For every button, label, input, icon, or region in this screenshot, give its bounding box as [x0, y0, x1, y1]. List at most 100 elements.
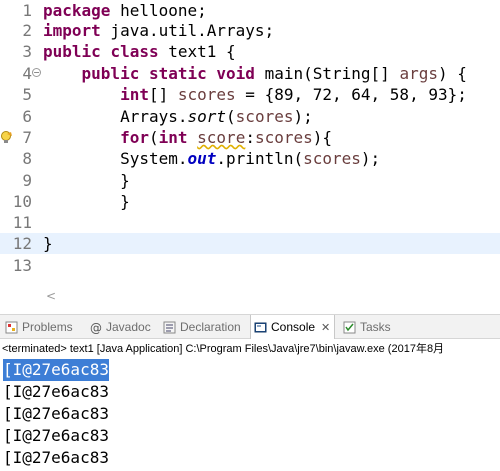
line-number: 9 [22, 171, 32, 190]
code-text: public static void main(String[] args) { [43, 63, 467, 84]
code-text: import java.util.Arrays; [43, 20, 274, 41]
keyword-token: void [216, 64, 255, 83]
code-token: ); [360, 149, 381, 168]
console-output[interactable]: [I@27e6ac83 [I@27e6ac83 [I@27e6ac83 [I@27e6… [0, 358, 500, 471]
code-token: ( [226, 107, 236, 126]
code-text: } [43, 233, 53, 254]
line-number: 2 [22, 21, 32, 40]
code-line[interactable]: 1 package helloone; [0, 0, 500, 21]
javadoc-icon: @ [90, 321, 102, 334]
code-token: ) { [437, 64, 467, 83]
code-line[interactable]: 13 [0, 255, 500, 276]
line-number: 11 [12, 213, 32, 232]
code-text: System.out.println(scores); [43, 148, 380, 169]
code-line[interactable]: 4− public static void main(String[] args… [0, 63, 500, 84]
code-token: scores [177, 85, 236, 104]
code-token: helloone; [110, 1, 207, 20]
code-token: [] [148, 85, 178, 104]
code-line[interactable]: 6 Arrays.sort(scores); [0, 106, 500, 127]
code-token: } [43, 171, 130, 190]
code-token: out [187, 149, 217, 168]
tab-problems[interactable]: Problems [2, 315, 73, 339]
code-line[interactable]: 11 [0, 212, 500, 233]
code-line[interactable]: 7 for(int score:scores){ [0, 127, 500, 148]
tasks-icon [343, 321, 356, 333]
code-token: args [399, 64, 438, 83]
declaration-icon [163, 321, 176, 333]
code-line[interactable]: 12} [0, 233, 500, 254]
code-token: text1 { [158, 42, 236, 61]
code-token: Arrays. [43, 107, 188, 126]
problems-icon [5, 321, 18, 333]
code-text: int[] scores = {89, 72, 64, 58, 93}; [43, 84, 467, 105]
code-text: } [43, 170, 130, 191]
tab-label: Tasks [360, 320, 391, 334]
line-number: 4 [22, 64, 32, 83]
code-line[interactable]: 9 } [0, 170, 500, 191]
code-text: for(int score:scores){ [43, 127, 332, 148]
keyword-token: package [43, 1, 111, 20]
line-number: 6 [22, 107, 32, 126]
line-number: 1 [22, 1, 32, 20]
tab-label: Javadoc [106, 320, 151, 334]
code-line[interactable]: 2 import java.util.Arrays; [0, 20, 500, 41]
code-token: } [43, 234, 53, 253]
code-token: scores [254, 128, 313, 147]
code-token: .println( [216, 149, 304, 168]
console-output-line[interactable]: [I@27e6ac83 [3, 359, 109, 381]
keyword-token: for [120, 128, 149, 147]
tab-label: Declaration [180, 320, 241, 334]
code-text: package helloone; [43, 0, 207, 21]
code-token: : [245, 128, 255, 147]
code-text: public class text1 { [43, 41, 236, 62]
close-icon[interactable]: ✕ [321, 321, 330, 334]
line-number: 10 [12, 192, 32, 211]
code-line[interactable]: 10 } [0, 191, 500, 212]
code-editor[interactable]: 1 package helloone; 2 import java.util.Arra… [0, 0, 500, 287]
line-number: 3 [22, 42, 32, 61]
console-output-line[interactable]: [I@27e6ac83 [3, 381, 109, 403]
console-output-line[interactable]: [I@27e6ac83 [3, 447, 109, 469]
keyword-token: public [81, 64, 140, 83]
console-header: <terminated> text1 [Java Application] C:… [0, 340, 500, 358]
console-output-line[interactable]: [I@27e6ac83 [3, 425, 109, 447]
line-number: 5 [22, 85, 32, 104]
code-token: ( [148, 128, 159, 147]
tab-label: Problems [22, 320, 73, 334]
keyword-token: class [110, 42, 159, 61]
code-token: scores [235, 107, 294, 126]
tab-javadoc[interactable]: @ Javadoc [86, 315, 151, 339]
code-text: } [43, 191, 130, 212]
tab-label: Console [271, 320, 316, 334]
tab-tasks[interactable]: Tasks [340, 315, 391, 339]
line-number: 8 [22, 149, 32, 168]
code-token: } [43, 192, 130, 211]
console-output-line[interactable]: [I@27e6ac83 [3, 403, 109, 425]
code-token: sort [187, 107, 227, 126]
scroll-left-icon[interactable]: < [46, 289, 56, 303]
horizontal-scrollbar[interactable]: < [40, 287, 500, 307]
code-token: System. [43, 149, 188, 168]
fold-toggle-icon[interactable]: − [32, 68, 41, 77]
code-token: main(String[] [254, 64, 400, 83]
console-icon [254, 322, 267, 332]
line-number: 12 [12, 234, 32, 253]
keyword-token: int [158, 128, 188, 147]
code-line[interactable]: 8 System.out.println(scores); [0, 148, 500, 169]
keyword-token: static [148, 64, 207, 83]
warning-lightbulb-icon[interactable] [0, 130, 13, 144]
code-line[interactable]: 5 int[] scores = {89, 72, 64, 58, 93}; [0, 84, 500, 105]
tab-declaration[interactable]: Declaration [160, 315, 241, 339]
code-token: = {89, 72, 64, 58, 93}; [235, 85, 467, 104]
views-tab-bar: Problems @ Javadoc Declaration Console ✕ Tasks [0, 314, 500, 339]
code-token: scores [303, 149, 361, 168]
tab-console[interactable]: Console ✕ [250, 315, 336, 339]
code-token: java.util.Arrays; [100, 21, 275, 40]
code-line[interactable]: 3 public class text1 { [0, 41, 500, 62]
